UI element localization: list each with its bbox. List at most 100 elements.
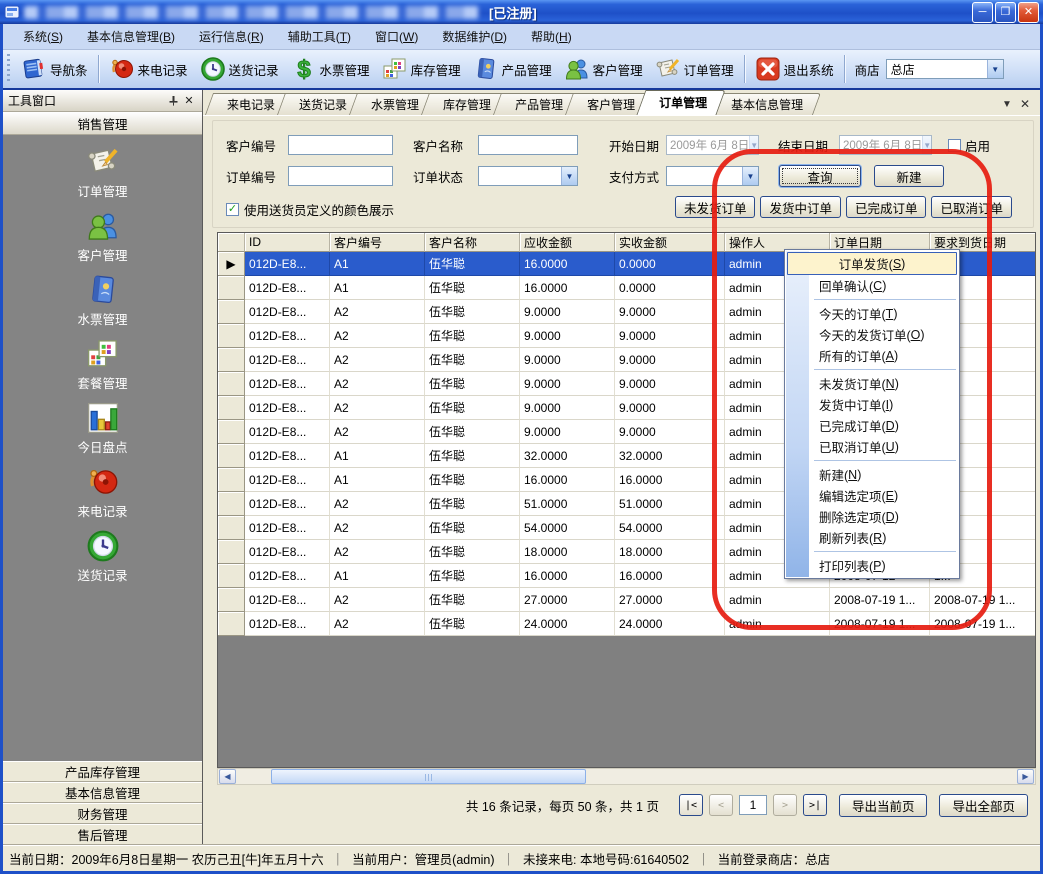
context-menu-item-订单发货(S)[interactable]: 订单发货(S) <box>787 252 957 275</box>
prev-page-button[interactable]: < <box>709 794 733 816</box>
tab-close-icon[interactable]: ✕ <box>1020 97 1030 111</box>
context-menu-item-未发货订单(N)[interactable]: 未发货订单(N) <box>786 373 958 394</box>
column-header-indicator[interactable] <box>218 233 245 252</box>
toolbar-button-来电记录[interactable]: 来电记录 <box>103 52 194 86</box>
status-filter-button-未发货订单[interactable]: 未发货订单 <box>675 196 756 218</box>
context-menu-item-今天的订单(T)[interactable]: 今天的订单(T) <box>786 303 958 324</box>
status-filter-button-已取消订单[interactable]: 已取消订单 <box>931 196 1012 218</box>
toolbar-button-水票管理[interactable]: $水票管理 <box>285 52 376 86</box>
table-cell: 伍华聪 <box>425 252 520 276</box>
context-menu-item-编辑选定项(E)[interactable]: 编辑选定项(E) <box>786 485 958 506</box>
sidebar-group-基本信息管理[interactable]: 基本信息管理 <box>3 782 202 803</box>
pin-icon[interactable] <box>165 93 181 108</box>
chevron-down-icon[interactable]: ▼ <box>561 167 577 185</box>
menubar-item[interactable]: 帮助(H) <box>519 25 584 48</box>
toolbar-button-客户管理[interactable]: 客户管理 <box>558 52 649 86</box>
context-menu-item-所有的订单(A)[interactable]: 所有的订单(A) <box>786 345 958 366</box>
toolbar-button-label: 订单管理 <box>684 60 734 79</box>
scroll-left-icon[interactable]: ◀ <box>219 769 236 784</box>
column-header-ID[interactable]: ID <box>245 233 330 252</box>
tab-label: 水票管理 <box>371 96 419 113</box>
pay-method-select[interactable]: ▼ <box>666 166 759 186</box>
shop-select[interactable]: 总店 ▼ <box>886 59 1004 79</box>
export-all-pages-button[interactable]: 导出全部页 <box>939 794 1028 817</box>
customer-name-input[interactable] <box>478 135 578 155</box>
order-no-input[interactable] <box>288 166 393 186</box>
context-menu-item-删除选定项(D)[interactable]: 删除选定项(D) <box>786 506 958 527</box>
sidebar-item-水票管理[interactable]: 水票管理 <box>3 273 202 337</box>
last-page-button[interactable]: >| <box>803 794 827 816</box>
enable-checkbox[interactable] <box>948 139 961 152</box>
table-row[interactable]: 012D-E8...A2伍华聪24.000024.0000admin2008-0… <box>218 612 1036 636</box>
sidebar-item-套餐管理[interactable]: 套餐管理 <box>3 337 202 401</box>
toolbar-button-送货记录[interactable]: 送货记录 <box>194 52 285 86</box>
start-date-picker[interactable]: 2009年 6月 8日 ▼ <box>666 135 759 155</box>
status-filter-button-发货中订单[interactable]: 发货中订单 <box>760 196 841 218</box>
tab-基本信息管理[interactable]: 基本信息管理 <box>713 93 817 115</box>
horizontal-scrollbar[interactable]: ◀ ▶ <box>217 768 1036 785</box>
scrollpen-icon <box>86 145 120 179</box>
column-header-实收金额[interactable]: 实收金额 <box>615 233 725 252</box>
menubar-item[interactable]: 窗口(W) <box>363 25 430 48</box>
order-status-select[interactable]: ▼ <box>478 166 578 186</box>
sidebar-item-送货记录[interactable]: 送货记录 <box>3 529 202 593</box>
context-menu-item-今天的发货订单(O)[interactable]: 今天的发货订单(O) <box>786 324 958 345</box>
context-menu-item-新建(N)[interactable]: 新建(N) <box>786 464 958 485</box>
sidebar-item-订单管理[interactable]: 订单管理 <box>3 145 202 209</box>
toolbar-grip-handle[interactable] <box>5 54 12 84</box>
toolbar-button-导航条[interactable]: 导航条 <box>15 52 94 86</box>
end-date-picker[interactable]: 2009年 6月 8日 ▼ <box>839 135 932 155</box>
tool-window-title: 工具窗口 <box>8 92 165 109</box>
first-page-button[interactable]: |< <box>679 794 703 816</box>
context-menu-item-刷新列表(R)[interactable]: 刷新列表(R) <box>786 527 958 548</box>
new-button[interactable]: 新建 <box>874 165 944 187</box>
toolbar-button-订单管理[interactable]: 订单管理 <box>649 52 740 86</box>
row-indicator <box>218 300 245 324</box>
tab-订单管理[interactable]: 订单管理 <box>641 90 721 115</box>
menubar-item[interactable]: 数据维护(D) <box>430 25 519 48</box>
close-button[interactable]: ✕ <box>1018 2 1039 23</box>
context-menu-item-发货中订单(I)[interactable]: 发货中订单(I) <box>786 394 958 415</box>
maximize-button[interactable]: ❐ <box>995 2 1016 23</box>
scrollbar-thumb[interactable] <box>271 769 586 784</box>
toolbar-button-退出系统[interactable]: 退出系统 <box>749 52 840 86</box>
close-icon[interactable]: ✕ <box>181 93 197 108</box>
context-menu-item-打印列表(P)[interactable]: 打印列表(P) <box>786 555 958 576</box>
tabs-dropdown-icon[interactable]: ▼ <box>1002 99 1012 110</box>
menubar-item[interactable]: 运行信息(R) <box>187 25 276 48</box>
chevron-down-icon[interactable]: ▼ <box>987 60 1003 78</box>
status-filter-button-已完成订单[interactable]: 已完成订单 <box>846 196 927 218</box>
context-menu-item-已完成订单(D)[interactable]: 已完成订单(D) <box>786 415 958 436</box>
column-header-客户编号[interactable]: 客户编号 <box>330 233 425 252</box>
minimize-button[interactable]: ─ <box>972 2 993 23</box>
menubar-item[interactable]: 基本信息管理(B) <box>75 25 187 48</box>
column-header-应收金额[interactable]: 应收金额 <box>520 233 615 252</box>
sidebar-group-sales[interactable]: 销售管理 <box>3 112 202 135</box>
context-menu-item-已取消订单(U)[interactable]: 已取消订单(U) <box>786 436 958 457</box>
sidebar-item-客户管理[interactable]: 客户管理 <box>3 209 202 273</box>
chevron-down-icon[interactable]: ▼ <box>742 167 758 185</box>
toolbar: 导航条来电记录送货记录$水票管理库存管理产品管理客户管理订单管理退出系统 商店 … <box>3 50 1040 90</box>
column-header-客户名称[interactable]: 客户名称 <box>425 233 520 252</box>
query-button[interactable]: 查询 <box>779 165 861 187</box>
context-menu-item-回单确认(C)[interactable]: 回单确认(C) <box>786 275 958 296</box>
toolbar-button-库存管理[interactable]: 库存管理 <box>376 52 467 86</box>
toolbar-button-产品管理[interactable]: 产品管理 <box>467 52 558 86</box>
sidebar-item-今日盘点[interactable]: 今日盘点 <box>3 401 202 465</box>
page-number-input[interactable]: 1 <box>739 795 767 815</box>
table-row[interactable]: 012D-E8...A2伍华聪27.000027.0000admin2008-0… <box>218 588 1036 612</box>
toolbar-button-label: 来电记录 <box>138 60 188 79</box>
row-indicator <box>218 588 245 612</box>
customer-no-input[interactable] <box>288 135 393 155</box>
sidebar-item-来电记录[interactable]: 来电记录 <box>3 465 202 529</box>
sidebar-group-售后管理[interactable]: 售后管理 <box>3 824 202 845</box>
sidebar-group-产品库存管理[interactable]: 产品库存管理 <box>3 761 202 782</box>
export-current-page-button[interactable]: 导出当前页 <box>839 794 928 817</box>
sidebar-item-label: 套餐管理 <box>77 373 127 392</box>
sidebar-group-财务管理[interactable]: 财务管理 <box>3 803 202 824</box>
menubar-item[interactable]: 辅助工具(T) <box>276 25 363 48</box>
next-page-button[interactable]: > <box>773 794 797 816</box>
menubar-item[interactable]: 系统(S) <box>11 25 75 48</box>
table-cell: 18.0000 <box>615 540 725 564</box>
scroll-right-icon[interactable]: ▶ <box>1017 769 1034 784</box>
